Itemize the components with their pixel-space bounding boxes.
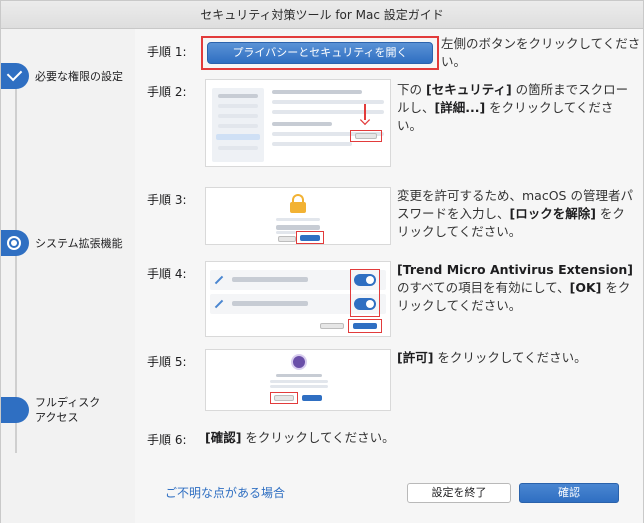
step-3-screenshot bbox=[205, 187, 391, 245]
step-4-text: のすべての項目を有効にして、 bbox=[397, 280, 570, 295]
step-6-description: [確認] をクリックしてください。 bbox=[205, 429, 625, 447]
step-1-description: 左側のボタンをクリックしてください。 bbox=[441, 36, 641, 69]
step-4-extension-term: [Trend Micro Antivirus Extension] bbox=[397, 262, 633, 277]
step-6-label: 手順 6: bbox=[147, 433, 187, 447]
step-5-text: をクリックしてください。 bbox=[433, 350, 587, 365]
open-privacy-security-button[interactable]: プライバシーとセキュリティを開く bbox=[207, 42, 433, 64]
step-5-screenshot bbox=[205, 349, 391, 411]
step-5-description: [許可] をクリックしてください。 bbox=[397, 349, 637, 367]
setup-guide-window: セキュリティ対策ツール for Mac 設定ガイド 必要な権限の設定 システム拡… bbox=[0, 0, 644, 523]
step-2-text: 下の bbox=[397, 82, 426, 97]
step-6-confirm-term: [確認] bbox=[205, 430, 242, 445]
step-4-ok-term: [OK] bbox=[569, 280, 602, 295]
step-4-label: 手順 4: bbox=[147, 267, 187, 281]
step-2-description: 下の [セキュリティ] の箇所までスクロールし、[詳細...] をクリックしてく… bbox=[397, 81, 637, 135]
pending-step-marker bbox=[1, 397, 29, 423]
sidebar: 必要な権限の設定 システム拡張機能 フルディスク アクセス bbox=[1, 29, 135, 523]
step-2-label: 手順 2: bbox=[147, 85, 187, 99]
sidebar-step-label: システム拡張機能 bbox=[35, 236, 123, 250]
step-2-security-term: [セキュリティ] bbox=[425, 82, 512, 97]
step-3-description: 変更を許可するため、macOS の管理者パスワードを入力し、[ロックを解除] を… bbox=[397, 187, 637, 241]
sidebar-step-label: フルディスク アクセス bbox=[35, 396, 101, 424]
sidebar-step-full-disk-access[interactable]: フルディスク アクセス bbox=[1, 395, 100, 425]
step-2-details-term: [詳細...] bbox=[434, 100, 486, 115]
step-2-screenshot bbox=[205, 79, 391, 167]
step-3-label: 手順 3: bbox=[147, 193, 187, 207]
step-4-description: [Trend Micro Antivirus Extension] のすべての項… bbox=[397, 261, 637, 315]
step-5-label: 手順 5: bbox=[147, 355, 187, 369]
step-6-text: をクリックしてください。 bbox=[241, 430, 395, 445]
window-title: セキュリティ対策ツール for Mac 設定ガイド bbox=[1, 1, 643, 29]
sidebar-step-system-extension[interactable]: システム拡張機能 bbox=[1, 230, 123, 256]
confirm-button[interactable]: 確認 bbox=[519, 483, 619, 503]
main-content: 手順 1: プライバシーとセキュリティを開く 左側のボタンをクリックしてください… bbox=[135, 29, 643, 523]
step-5-allow-term: [許可] bbox=[397, 350, 434, 365]
current-step-radio-icon bbox=[1, 230, 29, 256]
help-link[interactable]: ご不明な点がある場合 bbox=[165, 484, 285, 501]
sidebar-step-label: 必要な権限の設定 bbox=[35, 69, 123, 83]
step-1-label: 手順 1: bbox=[147, 45, 187, 59]
step-4-screenshot bbox=[205, 261, 391, 337]
end-setup-button[interactable]: 設定を終了 bbox=[407, 483, 511, 503]
sidebar-step-permissions[interactable]: 必要な権限の設定 bbox=[1, 63, 123, 89]
step-3-unlock-term: [ロックを解除] bbox=[509, 206, 596, 221]
completed-check-icon bbox=[1, 63, 29, 89]
